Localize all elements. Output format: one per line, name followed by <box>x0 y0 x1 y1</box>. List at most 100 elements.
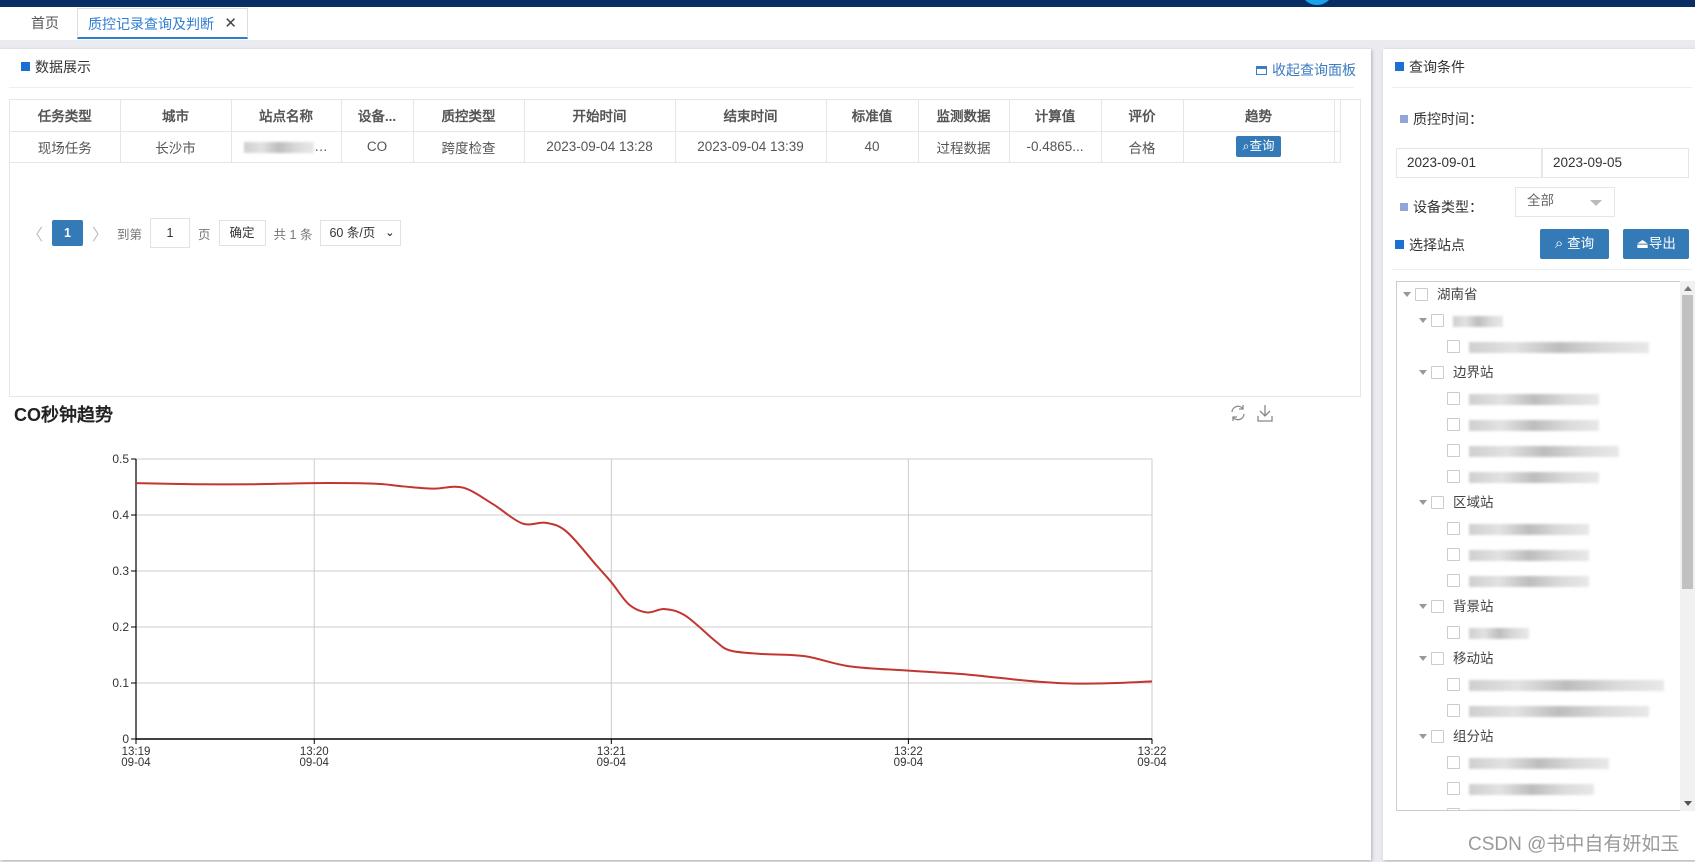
label-marker-icon <box>1400 203 1408 211</box>
prev-page-button[interactable]: 〈 <box>26 221 44 245</box>
column-header[interactable]: 计算值 <box>1009 100 1102 132</box>
checkbox[interactable] <box>1447 444 1460 457</box>
expand-toggle-icon[interactable] <box>1419 734 1427 739</box>
tab-qc-records[interactable]: 质控记录查询及判断 ✕ <box>77 8 248 39</box>
checkbox[interactable] <box>1431 730 1444 743</box>
column-header[interactable]: 城市 <box>120 100 232 132</box>
checkbox[interactable] <box>1431 600 1444 613</box>
expand-toggle-icon[interactable] <box>1419 318 1427 323</box>
search-icon: ⌕ <box>1242 139 1250 153</box>
scroll-up-icon[interactable] <box>1684 286 1692 291</box>
tree-group-item[interactable]: 移动站 <box>1419 649 1494 669</box>
tree-scrollbar[interactable] <box>1680 281 1695 811</box>
tree-leaf-item[interactable] <box>1447 571 1589 591</box>
checkbox[interactable] <box>1447 808 1460 810</box>
column-header[interactable]: 设备... <box>341 100 414 132</box>
cell-city: 长沙市 <box>120 131 232 163</box>
tree-group-item[interactable]: 边界站 <box>1419 363 1494 383</box>
tree-leaf-item[interactable] <box>1447 415 1599 435</box>
top-header-bar <box>0 0 1695 7</box>
goto-confirm-button[interactable]: 确定 <box>218 220 266 246</box>
cell-evaluation: 合格 <box>1101 131 1184 163</box>
tab-home[interactable]: 首页 <box>16 8 74 39</box>
column-header[interactable]: 任务类型 <box>10 100 121 132</box>
redacted-label <box>1469 549 1589 561</box>
checkbox[interactable] <box>1447 340 1460 353</box>
tree-leaf-item[interactable] <box>1447 519 1589 539</box>
tree-group-item[interactable]: 湖南省 <box>1403 285 1478 305</box>
y-tick-label: 0.4 <box>112 508 129 522</box>
column-header[interactable]: 标准值 <box>826 100 919 132</box>
checkbox[interactable] <box>1431 652 1444 665</box>
checkbox[interactable] <box>1431 496 1444 509</box>
tree-leaf-item[interactable] <box>1447 779 1594 799</box>
page-number-current[interactable]: 1 <box>52 220 83 246</box>
x-tick-label: 09-04 <box>894 757 924 769</box>
search-icon: ⌕ <box>1554 235 1564 252</box>
chevron-down-icon: ⌄ <box>385 227 395 239</box>
tree-leaf-item[interactable] <box>1447 805 1579 810</box>
column-header[interactable]: 开始时间 <box>524 100 676 132</box>
expand-toggle-icon[interactable] <box>1403 292 1411 297</box>
page-size-select[interactable]: 60 条/页 ⌄ <box>320 220 402 246</box>
refresh-icon[interactable] <box>1228 403 1248 423</box>
checkbox[interactable] <box>1447 470 1460 483</box>
checkbox[interactable] <box>1447 756 1460 769</box>
scroll-down-icon[interactable] <box>1684 801 1692 806</box>
expand-toggle-icon[interactable] <box>1419 500 1427 505</box>
start-date-input[interactable]: 2023-09-01 <box>1396 148 1542 178</box>
column-header[interactable]: 站点名称 <box>231 100 342 132</box>
next-page-button[interactable]: 〉 <box>91 221 109 245</box>
tree-group-item[interactable]: 区域站 <box>1419 493 1494 513</box>
column-header[interactable]: 监测数据 <box>918 100 1010 132</box>
table-row[interactable]: 现场任务 长沙市 … CO 跨度检查 2023-09-04 13:28 2023… <box>10 131 1341 163</box>
scroll-thumb[interactable] <box>1682 295 1693 589</box>
trend-query-button[interactable]: ⌕查询 <box>1236 136 1281 157</box>
column-header[interactable]: 质控类型 <box>413 100 525 132</box>
tree-leaf-item[interactable] <box>1447 545 1589 565</box>
tree-leaf-item[interactable] <box>1447 389 1599 409</box>
goto-label: 到第 <box>117 227 143 242</box>
end-date-input[interactable]: 2023-09-05 <box>1542 148 1689 178</box>
checkbox[interactable] <box>1447 626 1460 639</box>
download-icon[interactable] <box>1255 403 1275 423</box>
redacted-label <box>1469 575 1589 587</box>
tree-label: 移动站 <box>1453 651 1494 666</box>
tree-leaf-item[interactable] <box>1447 701 1649 721</box>
expand-toggle-icon[interactable] <box>1419 656 1427 661</box>
expand-toggle-icon[interactable] <box>1419 370 1427 375</box>
tree-leaf-item[interactable] <box>1447 467 1599 487</box>
collapse-query-panel-link[interactable]: 收起查询面板 <box>1256 60 1356 80</box>
tree-group-item[interactable] <box>1419 311 1503 331</box>
column-header[interactable]: 结束时间 <box>675 100 827 132</box>
tree-leaf-item[interactable] <box>1447 623 1529 643</box>
checkbox[interactable] <box>1431 366 1444 379</box>
checkbox[interactable] <box>1415 288 1428 301</box>
tree-group-item[interactable]: 背景站 <box>1419 597 1494 617</box>
goto-page-input[interactable] <box>150 218 191 248</box>
checkbox[interactable] <box>1431 314 1444 327</box>
tree-leaf-item[interactable] <box>1447 675 1664 695</box>
close-icon[interactable]: ✕ <box>224 9 237 39</box>
tree-group-item[interactable]: 组分站 <box>1419 727 1494 747</box>
checkbox[interactable] <box>1447 782 1460 795</box>
column-header[interactable]: 趋势 <box>1183 100 1335 132</box>
checkbox[interactable] <box>1447 574 1460 587</box>
tree-leaf-item[interactable] <box>1447 441 1619 461</box>
checkbox[interactable] <box>1447 548 1460 561</box>
tree-leaf-item[interactable] <box>1447 753 1609 773</box>
export-button[interactable]: ⏏导出 <box>1623 229 1689 259</box>
cell-standard: 40 <box>826 131 919 163</box>
device-type-select[interactable]: 全部 <box>1515 187 1615 217</box>
expand-toggle-icon[interactable] <box>1419 604 1427 609</box>
x-tick-label: 09-04 <box>597 757 627 769</box>
checkbox[interactable] <box>1447 418 1460 431</box>
checkbox[interactable] <box>1447 392 1460 405</box>
checkbox[interactable] <box>1447 704 1460 717</box>
query-button[interactable]: ⌕ 查询 <box>1540 229 1609 259</box>
cell-monitor-data: 过程数据 <box>918 131 1010 163</box>
column-header[interactable]: 评价 <box>1101 100 1184 132</box>
checkbox[interactable] <box>1447 522 1460 535</box>
checkbox[interactable] <box>1447 678 1460 691</box>
tree-leaf-item[interactable] <box>1447 337 1649 357</box>
